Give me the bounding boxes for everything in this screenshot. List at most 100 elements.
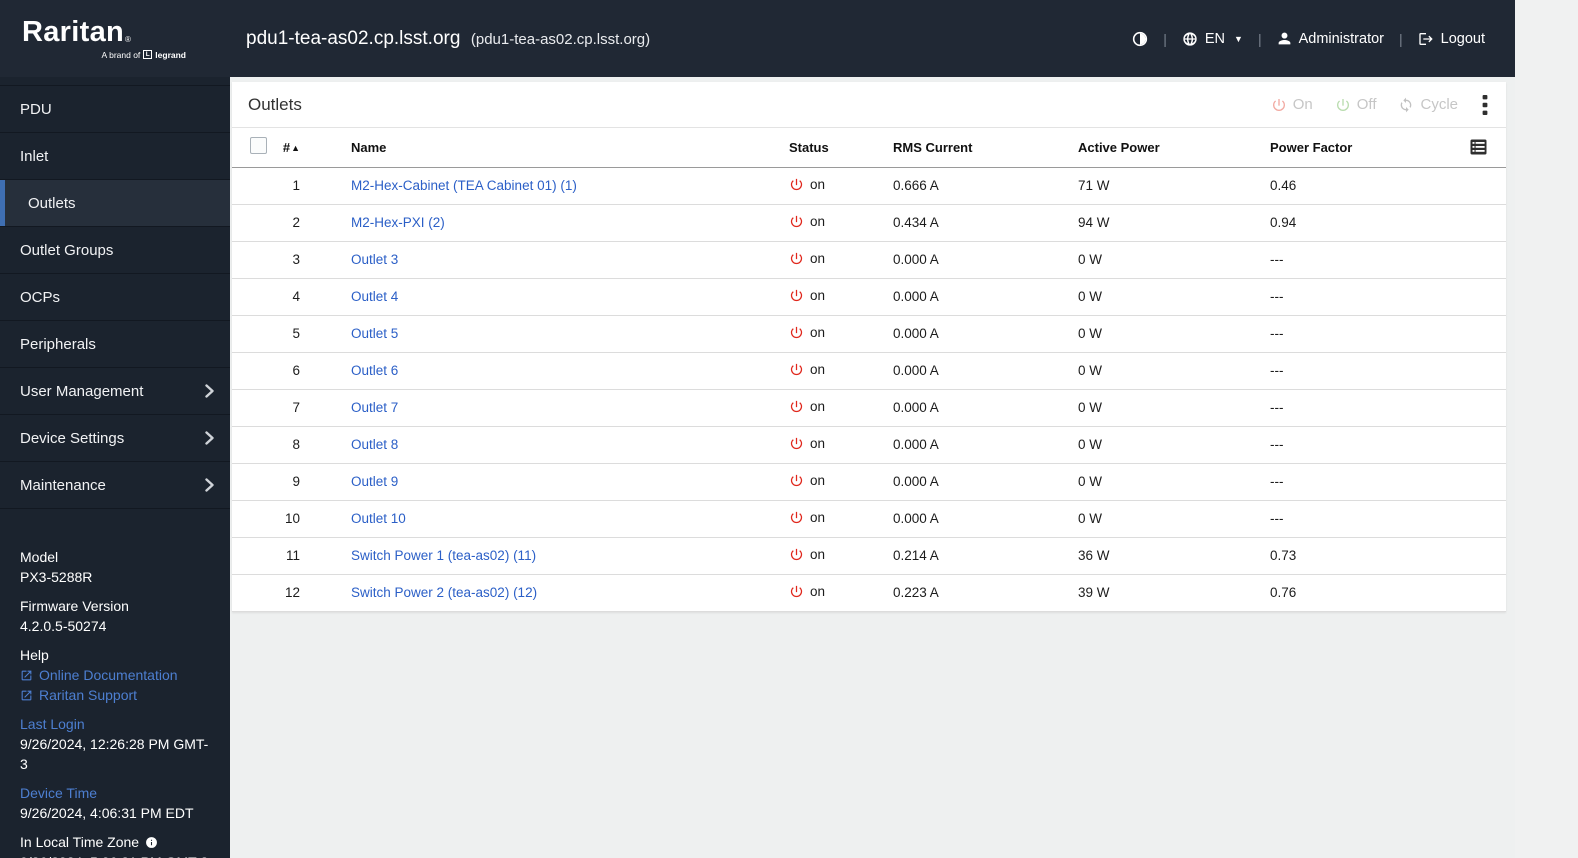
power-status-icon — [790, 178, 803, 190]
outlet-name-link[interactable]: Switch Power 2 (tea-as02) (12) — [351, 585, 537, 600]
registered-mark: ® — [125, 34, 131, 44]
power-off-button[interactable]: Off — [1335, 96, 1377, 113]
sidebar-item-outlet-groups[interactable]: Outlet Groups — [0, 227, 230, 274]
outlet-number: 1 — [276, 167, 300, 205]
sidebar-item-pdu[interactable]: PDU — [0, 86, 230, 133]
firmware-value: 4.2.0.5-50274 — [20, 618, 107, 634]
sidebar: PDU Inlet Outlets Outlet Groups OCPs Per… — [0, 77, 230, 858]
active-power-value: 0 W — [1078, 463, 1270, 501]
language-selector[interactable]: EN ▼ — [1182, 31, 1243, 47]
sidebar-item-device-settings[interactable]: Device Settings — [0, 415, 230, 462]
table-row: 10 Outlet 10 on 0.000 A 0 W --- — [232, 500, 1506, 538]
select-all-checkbox[interactable] — [250, 137, 267, 155]
sidebar-item-outlets[interactable]: Outlets — [0, 180, 230, 227]
power-on-icon — [1272, 98, 1285, 111]
device-time-label: Device Time — [20, 785, 98, 801]
online-documentation-label: Online Documentation — [39, 667, 178, 683]
brand-tagline: A brand of L legrand — [22, 50, 230, 60]
status-text: on — [810, 398, 826, 414]
outlet-name-link[interactable]: Outlet 3 — [351, 252, 398, 267]
info-icon[interactable] — [145, 836, 158, 849]
power-status-icon — [790, 511, 803, 523]
sidebar-item-peripherals[interactable]: Peripherals — [0, 321, 230, 368]
outlet-status: on — [789, 436, 825, 451]
logout-button[interactable]: Logout — [1418, 31, 1485, 47]
cycle-icon — [1401, 97, 1412, 112]
outlet-number: 11 — [276, 537, 300, 575]
outlet-name-link[interactable]: M2-Hex-PXI (2) — [351, 215, 445, 230]
power-status-icon — [790, 215, 803, 227]
outlet-name-link[interactable]: Outlet 9 — [351, 474, 398, 489]
table-header-row: #▲ Name Status RMS Current Active Power … — [232, 128, 1506, 168]
outlet-actions: On Off Cycle — [1271, 94, 1490, 116]
power-cycle-button[interactable]: Cycle — [1398, 96, 1458, 113]
power-status-icon — [790, 252, 803, 264]
external-link-icon — [21, 690, 32, 700]
table-row: 1 M2-Hex-Cabinet (TEA Cabinet 01) (1) on… — [232, 167, 1506, 205]
outlet-status: on — [789, 177, 825, 192]
table-row: 9 Outlet 9 on 0.000 A 0 W --- — [232, 463, 1506, 501]
column-active-power[interactable]: Active Power — [1078, 128, 1270, 168]
outlet-number: 12 — [276, 574, 300, 612]
sidebar-item-maintenance[interactable]: Maintenance — [0, 462, 230, 509]
sidebar-info: Model PX3-5288R Firmware Version 4.2.0.5… — [0, 509, 230, 858]
outlet-number: 8 — [276, 426, 300, 464]
outlet-status: on — [789, 362, 825, 377]
column-selector-button[interactable] — [1470, 139, 1487, 155]
active-power-value: 0 W — [1078, 500, 1270, 538]
power-factor-value: 0.76 — [1270, 574, 1470, 612]
rms-current-value: 0.666 A — [893, 167, 1078, 205]
column-name[interactable]: Name — [300, 128, 789, 168]
outlet-name-link[interactable]: M2-Hex-Cabinet (TEA Cabinet 01) (1) — [351, 178, 577, 193]
column-number-sort[interactable]: #▲ — [276, 128, 300, 168]
active-power-value: 0 W — [1078, 315, 1270, 353]
outlet-name-link[interactable]: Outlet 10 — [351, 511, 406, 526]
online-documentation-link[interactable]: Online Documentation — [20, 665, 216, 685]
outlet-name-link[interactable]: Outlet 8 — [351, 437, 398, 452]
panel-header: Outlets On Off Cycle — [232, 82, 1506, 128]
table-row: 11 Switch Power 1 (tea-as02) (11) on 0.2… — [232, 537, 1506, 575]
globe-icon — [1183, 31, 1197, 46]
power-on-button[interactable]: On — [1271, 96, 1313, 113]
firmware-label: Firmware Version — [20, 598, 129, 614]
status-text: on — [810, 546, 826, 562]
user-menu[interactable]: Administrator — [1277, 31, 1384, 47]
outlet-number: 7 — [276, 389, 300, 427]
rms-current-value: 0.000 A — [893, 389, 1078, 427]
outlet-name-link[interactable]: Outlet 5 — [351, 326, 398, 341]
power-off-label: Off — [1356, 96, 1377, 113]
active-power-value: 39 W — [1078, 574, 1270, 612]
chevron-right-icon — [205, 431, 214, 445]
sidebar-item-inlet[interactable]: Inlet — [0, 133, 230, 180]
outlet-name-link[interactable]: Outlet 4 — [351, 289, 398, 304]
column-rms-current[interactable]: RMS Current — [893, 128, 1078, 168]
sidebar-item-ocps[interactable]: OCPs — [0, 274, 230, 321]
sidebar-item-user-management[interactable]: User Management — [0, 368, 230, 415]
power-status-icon — [790, 474, 803, 486]
page-background — [232, 612, 1506, 842]
device-time-value: 9/26/2024, 4:06:31 PM EDT — [20, 805, 194, 821]
contrast-toggle-button[interactable] — [1132, 31, 1148, 47]
power-factor-value: --- — [1270, 463, 1470, 501]
more-actions-button[interactable] — [1480, 94, 1490, 116]
help-label: Help — [20, 647, 49, 663]
power-factor-value: 0.73 — [1270, 537, 1470, 575]
outlet-status: on — [789, 214, 825, 229]
power-off-icon — [1336, 98, 1349, 111]
column-power-factor[interactable]: Power Factor — [1270, 128, 1470, 168]
status-text: on — [810, 324, 826, 340]
outlet-status: on — [789, 251, 825, 266]
raritan-support-link[interactable]: Raritan Support — [20, 685, 216, 705]
outlet-status: on — [789, 547, 825, 562]
sidebar-nav: PDU Inlet Outlets Outlet Groups OCPs Per… — [0, 85, 230, 509]
outlet-name-link[interactable]: Switch Power 1 (tea-as02) (11) — [351, 548, 536, 563]
active-power-value: 0 W — [1078, 278, 1270, 316]
outlet-name-link[interactable]: Outlet 7 — [351, 400, 398, 415]
power-status-icon — [790, 400, 803, 412]
rms-current-value: 0.000 A — [893, 426, 1078, 464]
status-text: on — [810, 176, 826, 192]
chevron-right-icon — [205, 478, 214, 492]
status-text: on — [810, 435, 826, 451]
column-status[interactable]: Status — [789, 128, 893, 168]
outlet-name-link[interactable]: Outlet 6 — [351, 363, 398, 378]
